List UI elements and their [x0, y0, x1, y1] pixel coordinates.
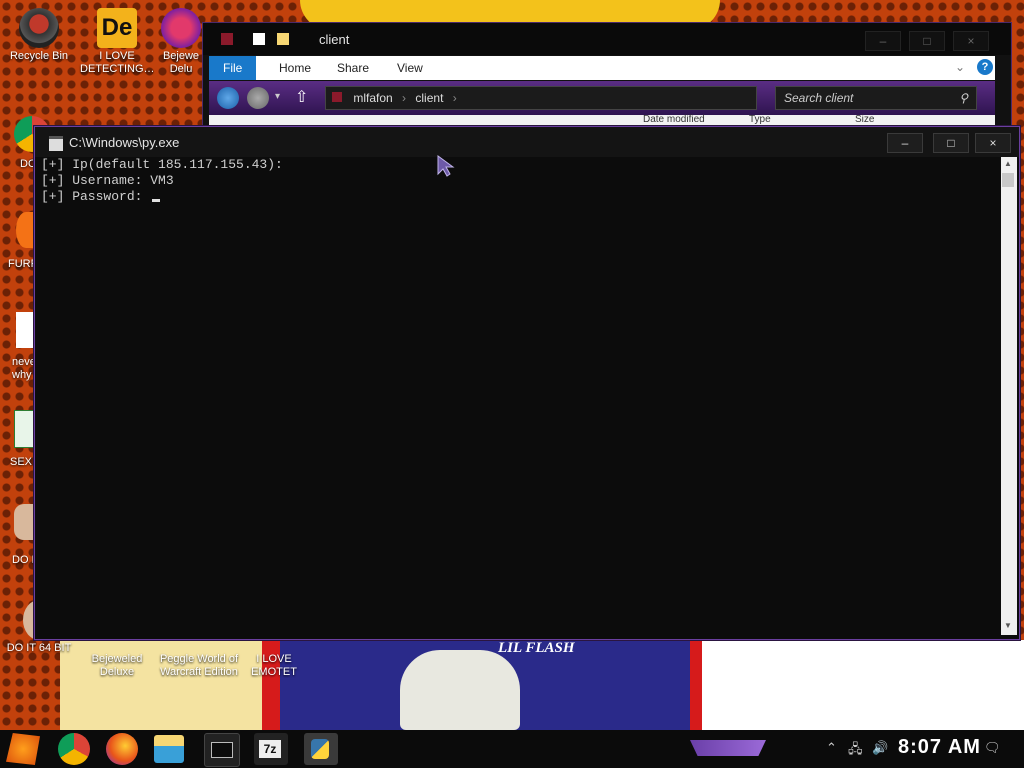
- column-date-modified[interactable]: Date modified: [643, 114, 705, 125]
- tray-overflow-chevron-icon[interactable]: ⌃: [826, 740, 837, 756]
- desktop-icon-label: Bejeweled Deluxe: [91, 653, 143, 678]
- spreadsheet-desktop-icon[interactable]: [14, 410, 36, 448]
- console-close-button[interactable]: ×: [975, 133, 1011, 153]
- explorer-title: client: [319, 32, 350, 47]
- folder-app-icon: [221, 33, 233, 45]
- help-icon[interactable]: ?: [977, 59, 993, 75]
- ribbon-tab-view[interactable]: View: [383, 56, 437, 80]
- partial-icon-label: DO I: [12, 554, 35, 566]
- text-cursor: [152, 199, 161, 202]
- bejeweled-gem-icon: [161, 8, 201, 48]
- explorer-titlebar[interactable]: client – □ ×: [203, 23, 1011, 55]
- python-icon: [311, 739, 329, 759]
- partial-icon-label: neve why: [12, 356, 36, 381]
- breadcrumb-separator-icon: ›: [402, 91, 407, 105]
- recent-locations-chevron-icon[interactable]: ▾: [275, 91, 280, 102]
- taskbar-console-icon[interactable]: [204, 733, 240, 767]
- address-part[interactable]: client: [415, 91, 443, 105]
- mouse-pointer-icon: [437, 155, 455, 177]
- up-arrow-icon[interactable]: ⇧: [295, 87, 308, 107]
- console-title: C:\Windows\py.exe: [69, 135, 180, 150]
- taskbar-7zip-icon[interactable]: 7z: [254, 733, 288, 765]
- address-path[interactable]: mlfafon › client ›: [325, 86, 757, 110]
- scroll-down-arrow-icon[interactable]: ▼: [1004, 621, 1012, 630]
- file-explorer-window[interactable]: client – □ × File Home Share View ⌄ ? ▾ …: [202, 22, 1012, 134]
- search-icon[interactable]: ⚲: [959, 87, 968, 109]
- console-output[interactable]: [+] Ip(default 185.117.155.43): [+] User…: [41, 157, 1001, 635]
- explorer-address-bar: ▾ ⇧ mlfafon › client › Search client ⚲: [209, 81, 995, 115]
- firefox-desktop-icon[interactable]: [16, 212, 36, 248]
- ribbon-expand-chevron-icon[interactable]: ⌄: [955, 60, 965, 74]
- search-placeholder: Search client: [784, 91, 854, 105]
- search-input[interactable]: Search client ⚲: [775, 86, 977, 110]
- de-app-icon: De: [97, 8, 137, 48]
- forward-arrow-icon[interactable]: [247, 87, 269, 109]
- desktop-icon-label: I LOVE EMOTET: [251, 653, 297, 678]
- taskbar-file-explorer-icon[interactable]: [154, 735, 184, 763]
- desktop-icon-i-love-emotet[interactable]: I LOVE EMOTET: [232, 640, 316, 679]
- breadcrumb-separator-icon: ›: [452, 91, 457, 105]
- portrait-desktop-icon[interactable]: [14, 504, 34, 540]
- taskbar-python-icon[interactable]: [304, 733, 338, 765]
- taskbar: 7z ⌃ 🖧 🔊 8:07 AM 🗨: [0, 730, 1024, 768]
- notifications-icon[interactable]: 🗨: [984, 740, 1001, 756]
- wallpaper-white-panel: [702, 640, 1024, 730]
- desktop-icon-recycle-bin[interactable]: Recycle Bin: [2, 8, 76, 63]
- ribbon-tab-share[interactable]: Share: [323, 56, 383, 80]
- volume-icon[interactable]: 🔊: [872, 740, 888, 756]
- taskbar-clock[interactable]: 8:07 AM: [898, 736, 981, 759]
- explorer-close-button[interactable]: ×: [953, 31, 989, 51]
- desktop-icon-peggle[interactable]: Peggle World of Warcraft Edition: [154, 640, 244, 679]
- taskbar-firefox-icon[interactable]: [106, 733, 138, 765]
- console-titlebar[interactable]: C:\Windows\py.exe – □ ×: [35, 127, 1019, 157]
- address-part[interactable]: mlfafon: [353, 91, 392, 105]
- scroll-up-arrow-icon[interactable]: ▲: [1004, 159, 1012, 168]
- scroll-thumb[interactable]: [1002, 173, 1014, 187]
- desktop-icon-label: DO IT 64 BIT: [6, 642, 72, 654]
- console-line-password[interactable]: [+] Password:: [41, 189, 1001, 205]
- partial-icon-label: FURF: [8, 258, 38, 270]
- explorer-minimize-button[interactable]: –: [865, 31, 901, 51]
- location-icon: [332, 92, 342, 102]
- wallpaper-poster-text: LIL FLASH: [498, 640, 575, 656]
- recycle-bin-icon: [19, 8, 59, 48]
- console-minimize-button[interactable]: –: [887, 133, 923, 153]
- desktop-icon-i-love-detecting[interactable]: De I LOVE DETECTING…: [80, 8, 155, 76]
- 7zip-label: 7z: [259, 740, 281, 758]
- network-icon[interactable]: 🖧: [848, 740, 863, 762]
- taskbar-decoration: [690, 740, 766, 756]
- back-arrow-icon[interactable]: [217, 87, 239, 109]
- desktop-icon-label: Peggle World of Warcraft Edition: [159, 653, 239, 678]
- new-folder-icon[interactable]: [277, 33, 289, 45]
- ribbon-tab-file[interactable]: File: [209, 56, 257, 80]
- desktop-icon-label: Recycle Bin: [9, 50, 69, 62]
- explorer-maximize-button[interactable]: □: [909, 31, 945, 51]
- properties-icon[interactable]: [253, 33, 265, 45]
- column-type[interactable]: Type: [749, 114, 771, 125]
- terminal-icon: [211, 742, 233, 758]
- explorer-ribbon: File Home Share View ⌄ ?: [209, 56, 995, 80]
- console-app-icon: [49, 136, 63, 151]
- console-password-prompt: [+] Password:: [41, 189, 151, 204]
- console-scrollbar[interactable]: ▲ ▼: [1001, 157, 1017, 635]
- ribbon-tab-home[interactable]: Home: [265, 56, 325, 80]
- start-button-icon[interactable]: [6, 733, 40, 765]
- desktop-icon-label: I LOVE DETECTING…: [80, 50, 155, 75]
- desktop-icon-label: Bejewe Delu: [162, 50, 200, 75]
- console-line: [+] Username: VM3: [41, 173, 174, 188]
- taskbar-chrome-icon[interactable]: [58, 733, 90, 765]
- column-size[interactable]: Size: [855, 114, 874, 125]
- desktop-icon-bejeweled-partial[interactable]: Bejewe Delu: [156, 8, 206, 76]
- console-line: [+] Ip(default 185.117.155.43):: [41, 157, 283, 172]
- document-desktop-icon[interactable]: [16, 312, 36, 348]
- wallpaper-figure: [400, 650, 520, 730]
- console-maximize-button[interactable]: □: [933, 133, 969, 153]
- console-window[interactable]: C:\Windows\py.exe – □ × [+] Ip(default 1…: [34, 126, 1020, 640]
- desktop-icon-bejeweled-deluxe[interactable]: Bejeweled Deluxe: [80, 640, 154, 679]
- partial-icon-label: SEX: [10, 456, 33, 468]
